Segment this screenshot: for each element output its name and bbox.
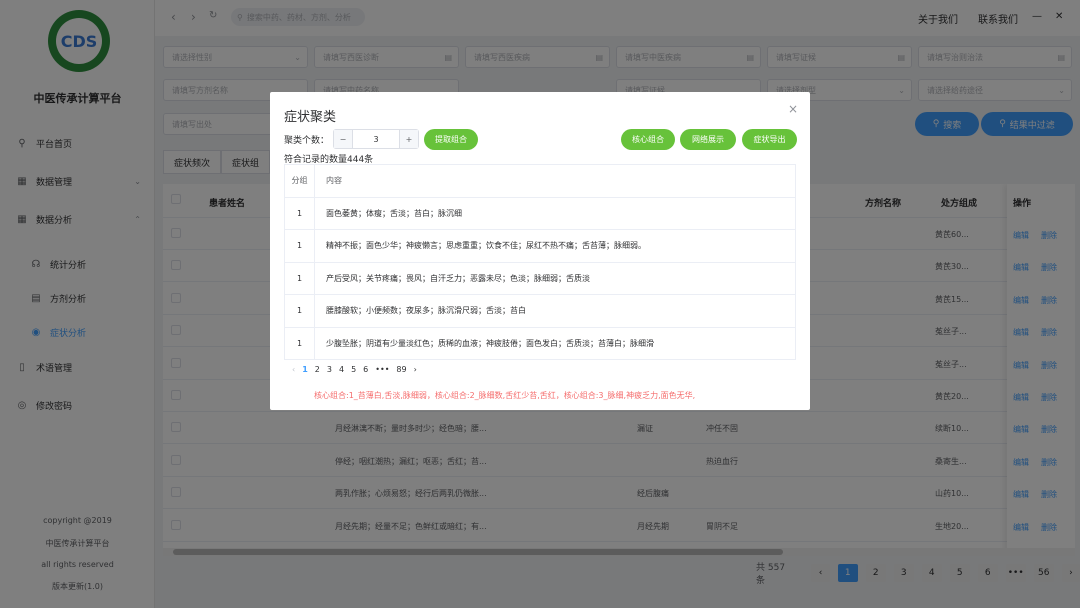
group-cell: 1 <box>285 295 315 327</box>
dialog-title: 症状聚类 <box>284 110 337 125</box>
cluster-table: 分组 内容 1 面色萎黄；体瘦；舌淡；苔白；脉沉细 1 精神不振；面色少华；神疲懒言；… <box>284 164 796 360</box>
content-cell: 精神不振；面色少华；神疲懒言；思虑重重；饮食不佳；尿红不热不痛；舌苔薄；脉细弱。 <box>326 241 646 251</box>
col-group: 分组 <box>285 165 315 197</box>
cluster-row: 1 少腹坠胀；阴道有少量淡红色；质稀的血液；神疲肢倦；面色发白；舌质淡；苔薄白；脉… <box>285 327 795 360</box>
dialog-page-number[interactable]: ••• <box>375 365 389 374</box>
group-cell: 1 <box>285 262 315 294</box>
cluster-count-label: 聚类个数： <box>284 136 330 146</box>
content-cell: 腰膝酸软；小便频数；夜尿多；脉沉滑尺弱；舌淡；苔白 <box>326 306 526 316</box>
cluster-row: 1 精神不振；面色少华；神疲懒言；思虑重重；饮食不佳；尿红不热不痛；舌苔薄；脉细弱… <box>285 230 795 263</box>
decrement-button[interactable]: − <box>334 130 352 148</box>
dialog-page-number[interactable]: 4 <box>339 365 344 374</box>
dialog-page-number[interactable]: 3 <box>327 365 332 374</box>
dialog-page-number[interactable]: 6 <box>363 365 368 374</box>
cluster-table-header: 分组 内容 <box>285 165 795 198</box>
cluster-count-value[interactable]: 3 <box>352 130 400 148</box>
content-cell: 面色萎黄；体瘦；舌淡；苔白；脉沉细 <box>326 208 462 218</box>
content-cell: 产后受风；关节疼痛；畏风；自汗乏力；恶露未尽；色淡；脉细弱；舌质淡 <box>326 273 590 283</box>
dialog-page-number[interactable]: 1 <box>302 365 308 374</box>
cluster-row: 1 面色萎黄；体瘦；舌淡；苔白；脉沉细 <box>285 197 795 230</box>
core-combinations-text: 核心组合:1_苔薄白,舌淡,脉细弱，核心组合:2_脉细数,舌红少苔,舌红，核心组… <box>314 391 696 400</box>
dialog-pager: ‹ 1 2 3 4 5 6 ••• 89 › <box>292 362 424 376</box>
dialog-page-number[interactable]: 89 <box>396 365 406 374</box>
group-cell: 1 <box>285 327 315 359</box>
extract-combination-button[interactable]: 提取组合 <box>424 129 478 150</box>
dialog-next-page[interactable]: › <box>414 365 417 374</box>
dialog-page-number[interactable]: 5 <box>351 365 356 374</box>
symptom-cluster-dialog: 症状聚类 × 聚类个数： − 3 + 提取组合 核心组合 网络展示 症状导出 符… <box>270 92 810 410</box>
group-cell: 1 <box>285 230 315 262</box>
col-content: 内容 <box>326 176 342 186</box>
cluster-row: 1 产后受风；关节疼痛；畏风；自汗乏力；恶露未尽；色淡；脉细弱；舌质淡 <box>285 262 795 295</box>
core-combination-button[interactable]: 核心组合 <box>621 129 675 150</box>
network-view-button[interactable]: 网络展示 <box>680 129 736 150</box>
increment-button[interactable]: + <box>400 130 418 148</box>
dialog-page-number[interactable]: 2 <box>315 365 320 374</box>
dialog-prev-page[interactable]: ‹ <box>292 365 295 374</box>
group-cell: 1 <box>285 197 315 229</box>
close-icon[interactable]: × <box>788 102 798 116</box>
cluster-row: 1 腰膝酸软；小便频数；夜尿多；脉沉滑尺弱；舌淡；苔白 <box>285 295 795 328</box>
content-cell: 少腹坠胀；阴道有少量淡红色；质稀的血液；神疲肢倦；面色发白；舌质淡；苔薄白；脉细… <box>326 338 654 348</box>
cluster-count-stepper[interactable]: − 3 + <box>333 129 419 149</box>
export-symptoms-button[interactable]: 症状导出 <box>742 129 797 150</box>
